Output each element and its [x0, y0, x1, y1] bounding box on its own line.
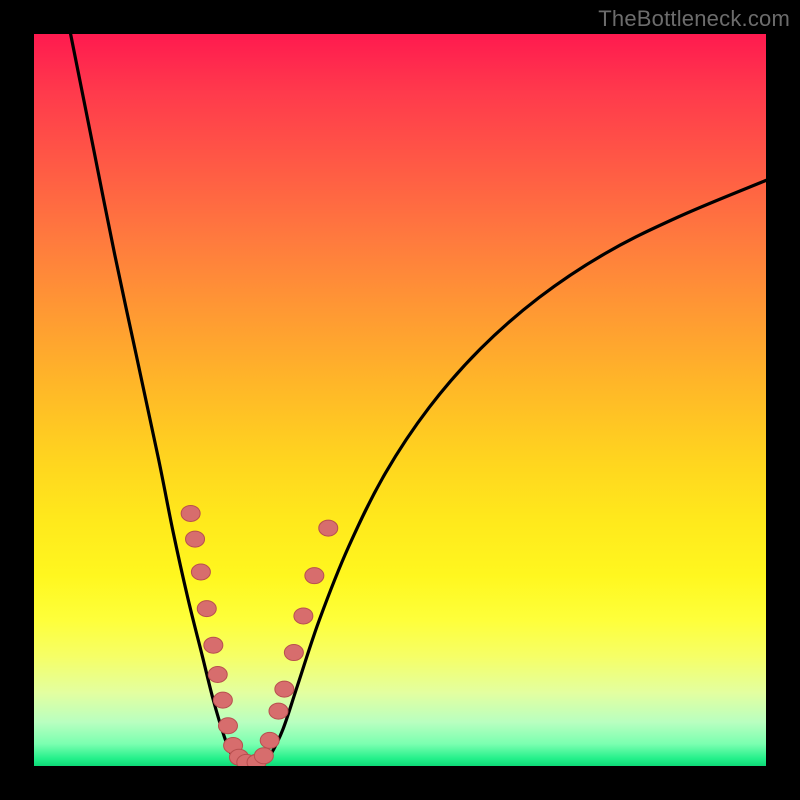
chart-svg: [34, 34, 766, 766]
outer-frame: TheBottleneck.com: [0, 0, 800, 800]
data-marker: [260, 732, 279, 748]
data-marker: [208, 667, 227, 683]
data-marker: [294, 608, 313, 624]
curve-group: [71, 34, 766, 766]
watermark-text: TheBottleneck.com: [598, 6, 790, 32]
data-marker: [319, 520, 338, 536]
data-marker: [284, 645, 303, 661]
data-marker: [213, 692, 232, 708]
curve-right-branch: [263, 180, 766, 763]
data-marker: [218, 718, 237, 734]
plot-area: [34, 34, 766, 766]
data-marker: [204, 637, 223, 653]
data-marker: [197, 601, 216, 617]
data-marker: [305, 568, 324, 584]
data-marker: [186, 531, 205, 547]
data-marker: [254, 748, 273, 764]
data-marker: [269, 703, 288, 719]
data-marker: [191, 564, 210, 580]
data-marker: [275, 681, 294, 697]
curve-left-branch: [71, 34, 238, 764]
data-marker: [181, 505, 200, 521]
